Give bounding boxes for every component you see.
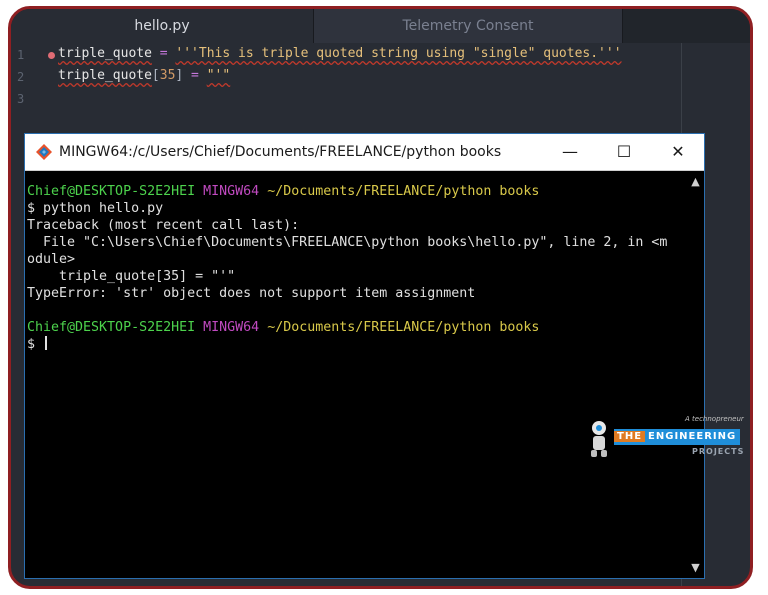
output-line: File "C:\Users\Chief\Documents\FREELANCE… — [27, 235, 668, 250]
terminal-output[interactable]: Chief@DESKTOP-S2E2HEI MINGW64 ~/Document… — [25, 171, 687, 578]
code-bracket: [ — [151, 68, 160, 83]
close-button[interactable]: ✕ — [655, 134, 701, 170]
code-identifier: triple_quote — [58, 46, 152, 61]
scroll-down-icon[interactable]: ▼ — [687, 559, 704, 576]
robot-icon — [591, 421, 607, 457]
watermark-subtitle: PROJECTS — [692, 447, 745, 456]
prompt-line: Chief@DESKTOP-S2E2HEI MINGW64 ~/Document… — [27, 183, 687, 200]
code-number: 35 — [159, 68, 176, 83]
watermark-main: ENGINEERING — [648, 431, 737, 442]
git-bash-icon — [36, 144, 52, 160]
watermark-logo: A technopreneur THE ENGINEERING PROJECTS — [588, 415, 748, 465]
prompt-symbol: $ — [27, 337, 44, 352]
tab-telemetry-consent[interactable]: Telemetry Consent — [313, 9, 623, 43]
code-identifier: triple_quote — [58, 68, 152, 83]
text-cursor — [45, 336, 48, 350]
scroll-up-icon[interactable]: ▲ — [687, 173, 704, 190]
tab-bar: hello.py Telemetry Consent — [11, 9, 750, 43]
line-number: 1 — [17, 48, 25, 62]
code-string: '''This is triple quoted string using "s… — [175, 46, 622, 61]
maximize-button[interactable]: ☐ — [601, 134, 647, 170]
watermark-the: THE — [614, 431, 646, 442]
prompt-user: Chief@DESKTOP-S2E2HEI — [27, 320, 196, 335]
output-line: TypeError: 'str' object does not support… — [27, 286, 476, 301]
prompt-env: MINGW64 — [203, 320, 260, 335]
output-line: odule> — [27, 252, 76, 267]
output-line: Traceback (most recent call last): — [27, 218, 300, 233]
tab-hello-py[interactable]: hello.py — [11, 9, 313, 43]
line-number: 3 — [17, 92, 25, 106]
watermark-title: THE ENGINEERING — [614, 429, 741, 445]
code-line-2: triple_quote[35] = "'" — [58, 68, 230, 83]
error-marker-icon — [48, 52, 55, 59]
prompt-path: ~/Documents/FREELANCE/python books — [267, 320, 540, 335]
terminal-window: MINGW64:/c/Users/Chief/Documents/FREELAN… — [24, 133, 705, 579]
code-string: "'" — [206, 68, 231, 83]
code-line-1: triple_quote = '''This is triple quoted … — [58, 46, 622, 61]
minimize-button[interactable]: — — [547, 134, 593, 170]
output-line: triple_quote[35] = "'" — [27, 269, 236, 284]
code-operator: = — [183, 68, 207, 83]
terminal-title: MINGW64:/c/Users/Chief/Documents/FREELAN… — [59, 144, 502, 160]
watermark-tagline: A technopreneur — [685, 415, 744, 423]
input-line[interactable]: $ — [27, 336, 687, 353]
code-operator: = — [151, 46, 176, 61]
line-number: 2 — [17, 70, 25, 84]
prompt-path: ~/Documents/FREELANCE/python books — [267, 184, 540, 199]
prompt-env: MINGW64 — [203, 184, 260, 199]
prompt-line: Chief@DESKTOP-S2E2HEI MINGW64 ~/Document… — [27, 319, 687, 336]
terminal-titlebar[interactable]: MINGW64:/c/Users/Chief/Documents/FREELAN… — [25, 134, 704, 171]
terminal-scrollbar[interactable]: ▲ ▼ — [687, 171, 704, 578]
prompt-user: Chief@DESKTOP-S2E2HEI — [27, 184, 196, 199]
output-line: $ python hello.py — [27, 201, 164, 216]
